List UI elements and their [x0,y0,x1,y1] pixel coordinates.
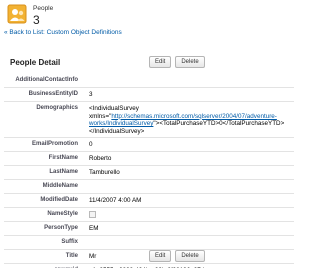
delete-button[interactable]: Delete [175,56,205,68]
field-label: MiddleName [42,183,78,189]
field-value [84,180,294,193]
field-label: Demographics [36,105,78,111]
field-label: EmailPromotion [31,141,78,147]
field-row: ModifiedDate 11/4/2007 4:00 AM [4,194,294,208]
field-label: LastName [49,169,78,175]
field-row: FirstName Roberto [4,152,294,166]
field-row: LastName Tamburello [4,166,294,180]
field-row: EmailPromotion 0 [4,138,294,152]
field-value: 0 [89,141,93,148]
field-row: NameStyle [4,208,294,222]
field-value: e1a2555e-0828-434b-a33b-6f38136a37de [84,264,294,268]
field-value: EM [89,225,99,232]
field-value [84,236,294,249]
top-button-group: Edit Delete [149,56,205,68]
field-label: NameStyle [47,211,78,217]
field-row: Suffix [4,236,294,250]
field-value: Tamburello [89,169,120,176]
field-label: Title [65,253,78,259]
detail-section: People Detail Edit Delete AdditionalCont… [4,56,294,268]
page-header: People 3 [7,4,53,26]
people-object-icon [7,4,27,24]
field-label: ModifiedDate [40,197,78,203]
record-name: 3 [33,12,40,27]
detail-title: People Detail [10,58,61,67]
field-row: rowguid e1a2555e-0828-434b-a33b-6f38136a… [4,264,294,268]
field-label: Suffix [61,239,78,245]
edit-button[interactable]: Edit [149,56,172,68]
delete-button-bottom[interactable]: Delete [175,250,205,262]
bottom-button-group: Edit Delete [149,250,205,262]
back-to-list-link[interactable]: « Back to List: Custom Object Definition… [4,29,122,36]
namestyle-checkbox [89,211,96,218]
object-type-label: People [33,5,54,12]
field-label: PersonType [44,225,78,231]
field-value [84,74,294,87]
field-value: 11/4/2007 4:00 AM [89,197,142,204]
field-label: BusinessEntityID [28,91,78,97]
field-row: AdditionalContactInfo [4,74,294,88]
field-table: AdditionalContactInfo BusinessEntityID 3… [4,74,294,268]
field-label: FirstName [48,155,78,161]
field-label: rowguid [4,264,84,268]
demographics-value: <IndividualSurvey xmlns="http://schemas.… [84,102,294,137]
field-value [84,208,294,221]
edit-button-bottom[interactable]: Edit [149,250,172,262]
field-row: BusinessEntityID 3 [4,88,294,102]
field-label: AdditionalContactInfo [15,77,78,83]
field-value: 3 [89,91,93,98]
field-row: MiddleName [4,180,294,194]
field-value: Roberto [89,155,112,162]
field-row: Demographics <IndividualSurvey xmlns="ht… [4,102,294,138]
field-row: PersonType EM [4,222,294,236]
